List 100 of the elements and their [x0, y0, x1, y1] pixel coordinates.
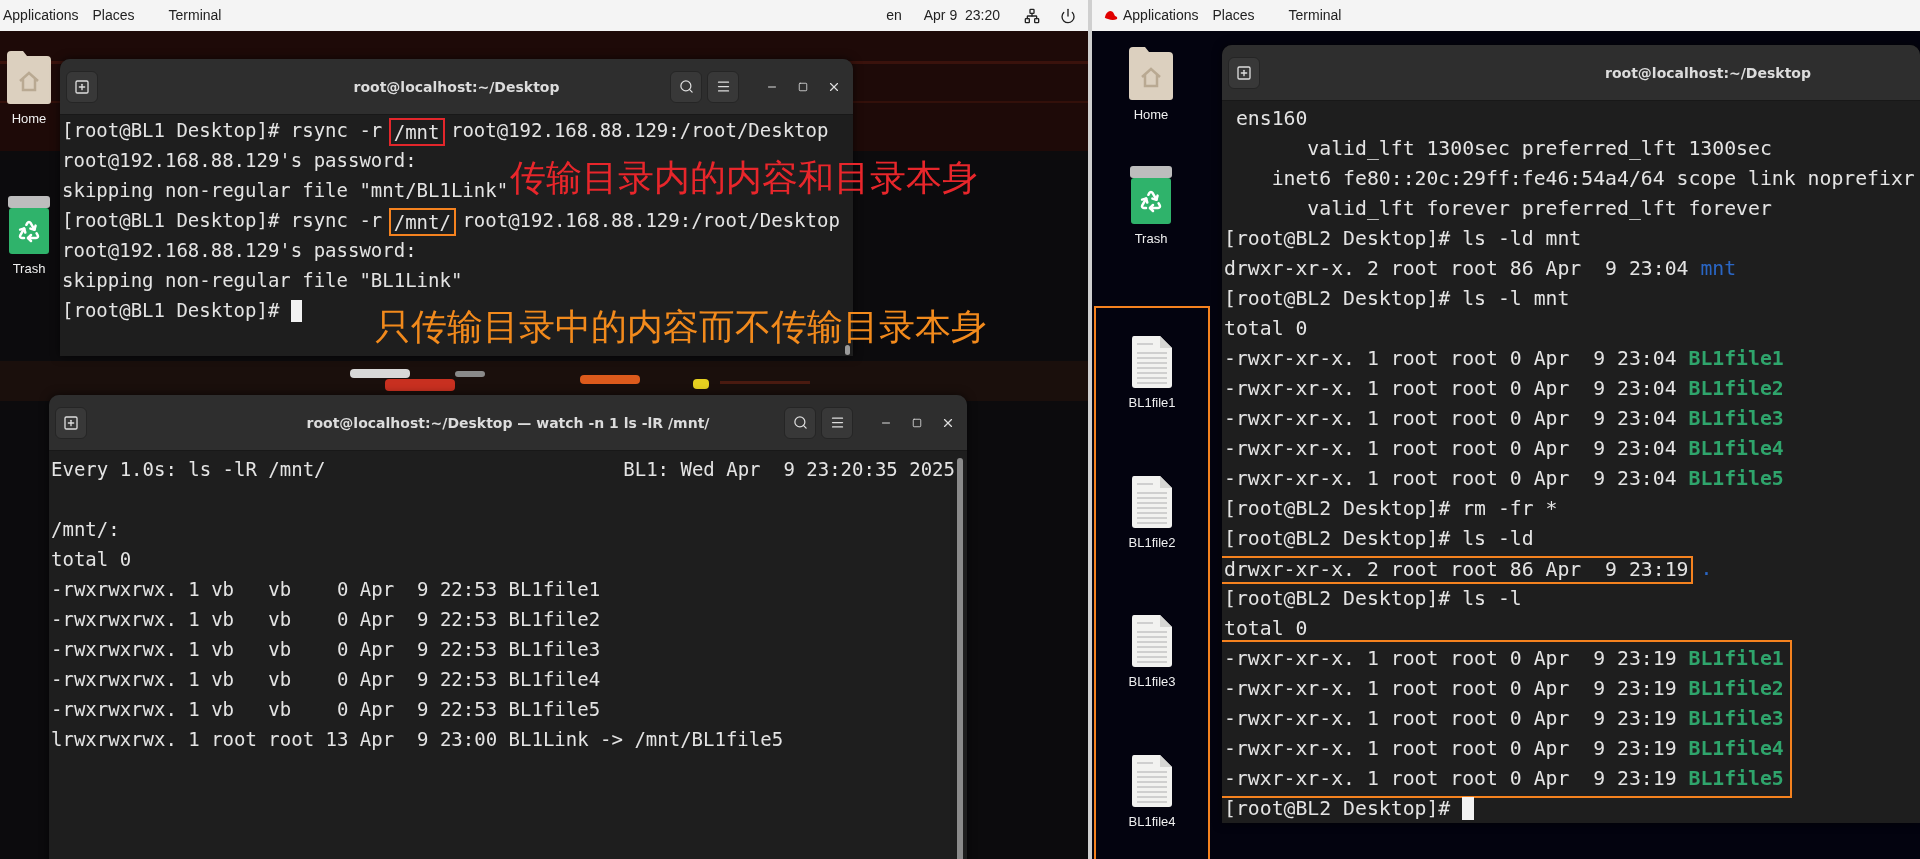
terminal-text: -rwxr-xr-x. 1 root root 0 Apr 9 23:04: [1224, 347, 1678, 370]
terminal-text: inet6 fe80::20c:29ff:fe46:54a4/64 scope link noprefixr: [1270, 167, 1915, 190]
menu-button[interactable]: [821, 406, 853, 439]
maximize-icon: [798, 81, 808, 92]
terminal-text: [root@BL1 Desktop]# rsync -r: [62, 119, 384, 141]
maximize-icon: [912, 417, 922, 428]
file-name: BL1file1: [1688, 647, 1784, 670]
terminal-text: [root@BL2 Desktop]# ls -ld mnt: [1224, 227, 1582, 250]
icon-label: Trash: [12, 259, 46, 278]
home-folder-icon[interactable]: [1128, 45, 1174, 101]
terminal-text: root@192.168.88.129:/root/Desktop: [449, 119, 829, 141]
terminal-text: ens160: [1234, 107, 1308, 130]
file-name: BL1file4: [1688, 737, 1784, 760]
terminal-text: drwxr-xr-x. 2 root root 86 Apr 9 23:04: [1224, 257, 1690, 280]
menu-item[interactable]: Places: [92, 5, 135, 26]
annotation-text: 只传输目录中的内容而不传输目录本身: [375, 309, 987, 345]
terminal-text: -rwxrwxrwx. 1 vb vb 0 Apr 9 22:53 BL1file1: [51, 578, 601, 600]
terminal-text: [root@BL2 Desktop]#: [1224, 797, 1452, 820]
menu-item[interactable]: Places: [1212, 5, 1255, 26]
terminal-text: -rwxr-xr-x. 1 root root 0 Apr 9 23:04: [1224, 377, 1678, 400]
new-tab-button[interactable]: [66, 70, 98, 103]
terminal-text: -rwxrwxrwx. 1 vb vb 0 Apr 9 22:53 BL1file3: [51, 638, 601, 660]
file-name: BL1file2: [1688, 677, 1784, 700]
menu-item[interactable]: Applications: [1123, 5, 1199, 26]
window-title: root@localhost:~/Desktop: [353, 78, 560, 97]
icon-label: BL1file3: [1128, 673, 1176, 691]
terminal-text: [root@BL2 Desktop]# ls -ld: [1224, 527, 1534, 550]
annotated-text: /mnt: [388, 117, 445, 146]
terminal-text: -rwxr-xr-x. 1 root root 0 Apr 9 23:19: [1224, 737, 1678, 760]
document-icon[interactable]: [1131, 753, 1173, 808]
terminal-text: root@192.168.88.129's password:: [62, 149, 417, 171]
terminal-text: -rwxrwxrwx. 1 vb vb 0 Apr 9 22:53 BL1file4: [51, 668, 601, 690]
terminal-text: total 0: [1224, 317, 1308, 340]
menu-icon: [715, 79, 731, 94]
terminal-text: -rwxr-xr-x. 1 root root 0 Apr 9 23:19: [1224, 647, 1678, 670]
search-button[interactable]: [670, 70, 702, 103]
window-title: root@localhost:~/Desktop: [1605, 64, 1811, 83]
file-name: BL1file3: [1688, 407, 1784, 430]
file-name: BL1file3: [1688, 707, 1784, 730]
plus-square-icon: [74, 78, 90, 95]
new-tab-button[interactable]: [1228, 56, 1260, 89]
directory-name: mnt: [1700, 257, 1737, 280]
watch-command: Every 1.0s: ls -lR /mnt/: [51, 457, 326, 482]
scrollbar[interactable]: [957, 458, 963, 859]
terminal-text: skipping non-regular file "BL1Link": [62, 269, 463, 291]
terminal-text: total 0: [51, 548, 132, 570]
text-cursor: [290, 299, 303, 322]
terminal-text: [root@BL2 Desktop]# rm -fr *: [1224, 497, 1558, 520]
annotated-text: /mnt/: [388, 207, 456, 236]
terminal-text: [root@BL1 Desktop]#: [62, 299, 281, 321]
file-name: BL1file5: [1688, 467, 1784, 490]
power-icon[interactable]: [1060, 7, 1076, 24]
document-icon[interactable]: [1131, 614, 1173, 668]
menu-item[interactable]: Terminal: [168, 5, 222, 26]
plus-square-icon: [63, 414, 79, 431]
terminal-text: -rwxrwxrwx. 1 vb vb 0 Apr 9 22:53 BL1file5: [51, 698, 601, 720]
terminal-text: -rwxr-xr-x. 1 root root 0 Apr 9 23:04: [1224, 467, 1678, 490]
new-tab-button[interactable]: [55, 406, 87, 439]
file-name: BL1file5: [1688, 767, 1784, 790]
icon-label: Home: [11, 110, 47, 128]
file-name: BL1file4: [1688, 437, 1784, 460]
directory-name: .: [1699, 557, 1713, 580]
document-icon[interactable]: [1131, 474, 1173, 529]
terminal-text: skipping non-regular file "mnt/BL1Link": [62, 179, 509, 201]
icon-label: BL1file2: [1128, 533, 1176, 552]
menu-icon: [829, 415, 845, 430]
home-folder-icon[interactable]: [6, 49, 52, 105]
menu-button[interactable]: [707, 70, 739, 103]
terminal-text: -rwxr-xr-x. 1 root root 0 Apr 9 23:04: [1224, 437, 1678, 460]
file-name: BL1file1: [1688, 347, 1784, 370]
terminal-text: -rwxr-xr-x. 1 root root 0 Apr 9 23:19: [1224, 767, 1678, 790]
terminal-text: [root@BL2 Desktop]# ls -l: [1224, 587, 1522, 610]
trash-icon[interactable]: [1129, 164, 1173, 225]
menu-item[interactable]: Terminal: [1288, 5, 1342, 26]
icon-label: BL1file4: [1128, 812, 1176, 831]
search-icon: [792, 415, 808, 430]
watch-status: BL1: Wed Apr 9 23:20:35 2025: [623, 457, 955, 482]
terminal-text: lrwxrwxrwx. 1 root root 13 Apr 9 23:00 BL1Link -> /mnt/BL1file5: [51, 728, 784, 750]
terminal-text: [root@BL2 Desktop]# ls -l mnt: [1224, 287, 1570, 310]
file-name: BL1file2: [1688, 377, 1784, 400]
document-icon[interactable]: [1131, 335, 1173, 389]
annotated-text: drwxr-xr-x. 2 root root 86 Apr 9 23:19: [1222, 555, 1694, 584]
terminal-text: root@192.168.88.129's password:: [62, 239, 417, 261]
search-button[interactable]: [784, 406, 816, 439]
input-source[interactable]: en: [886, 5, 902, 26]
hat-icon: [1103, 9, 1119, 22]
terminal-text: total 0: [1224, 617, 1308, 640]
menu-item[interactable]: Applications: [3, 5, 79, 26]
clock[interactable]: Apr 9 23:20: [923, 5, 1000, 26]
terminal-text: -rwxr-xr-x. 1 root root 0 Apr 9 23:19: [1224, 677, 1678, 700]
icon-label: BL1file1: [1128, 394, 1176, 412]
icon-label: Trash: [1134, 229, 1168, 248]
terminal-text: -rwxr-xr-x. 1 root root 0 Apr 9 23:19: [1224, 707, 1678, 730]
scrollbar[interactable]: [845, 345, 850, 355]
network-icon[interactable]: [1024, 7, 1040, 24]
trash-icon[interactable]: [7, 194, 51, 255]
terminal-text: root@192.168.88.129:/root/Desktop: [461, 209, 840, 231]
terminal-text: valid_lft 1300sec preferred_lft 1300sec: [1306, 137, 1772, 160]
annotation-text: 传输目录内的内容和目录本身: [510, 160, 978, 196]
plus-square-icon: [1236, 64, 1252, 81]
